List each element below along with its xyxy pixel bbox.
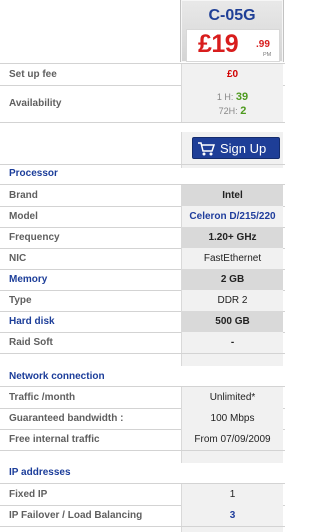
spec-value: 1.20+ GHz xyxy=(181,227,283,248)
spec-row-fixed-ip: Fixed IP 1 xyxy=(0,484,285,505)
availability-72h-count: 2 xyxy=(240,105,247,117)
spacer-cell xyxy=(181,451,283,463)
spec-row-brand: Brand Intel xyxy=(0,185,285,206)
network-section-title: Network connection xyxy=(9,371,105,382)
spec-row-traffic: Traffic /month Unlimited* xyxy=(0,387,285,408)
plan-header: C-05G £19 .99 PM xyxy=(180,0,284,62)
spec-value: Intel xyxy=(181,185,283,206)
spec-value: Unlimited* xyxy=(181,387,283,408)
availability-value: 1 H: 39 72H: 2 xyxy=(181,85,283,122)
spec-label: Traffic /month xyxy=(9,392,76,403)
processor-section-title: Processor xyxy=(9,168,58,179)
spec-label: IP Failover / Load Balancing xyxy=(9,510,143,521)
divider xyxy=(0,164,285,165)
price-box: £19 .99 PM xyxy=(186,29,280,62)
sign-up-button[interactable]: Sign Up xyxy=(192,137,280,159)
availability-label: Availability xyxy=(9,98,62,109)
spec-row-model: Model Celeron D/215/220 xyxy=(0,206,285,227)
setup-fee-row: Set up fee £0 xyxy=(0,64,285,85)
spec-row-memory: Memory 2 GB xyxy=(0,269,285,290)
spec-value: 500 GB xyxy=(181,311,283,332)
spec-row-bandwidth: Guaranteed bandwidth : 100 Mbps xyxy=(0,408,285,429)
spec-label: Type xyxy=(9,295,32,306)
spec-value: - xyxy=(181,332,283,353)
availability-1h: 1 H: 39 xyxy=(216,91,249,103)
spec-label: Fixed IP xyxy=(9,489,48,500)
availability-1h-count: 39 xyxy=(235,91,249,103)
spacer-row xyxy=(0,451,285,463)
spacer-row xyxy=(0,527,285,532)
sign-up-label: Sign Up xyxy=(220,141,267,156)
spec-value: Celeron D/215/220 xyxy=(181,206,283,227)
spec-row-ip-failover: IP Failover / Load Balancing 3 xyxy=(0,505,285,526)
shopping-cart-icon xyxy=(198,142,215,156)
spec-value: FastEthernet xyxy=(181,248,283,269)
ip-section-title: IP addresses xyxy=(9,467,71,478)
spacer-cell xyxy=(181,354,283,366)
spec-value: DDR 2 xyxy=(181,290,283,311)
spec-row-nic: NIC FastEthernet xyxy=(0,248,285,269)
spec-label: Hard disk xyxy=(9,316,55,327)
spec-row-hard-disk: Hard disk 500 GB xyxy=(0,311,285,332)
spec-label: Frequency xyxy=(9,232,60,243)
spec-value: 2 GB xyxy=(181,269,283,290)
price-period: PM xyxy=(263,52,272,58)
divider xyxy=(0,122,285,123)
spec-label: Free internal traffic xyxy=(9,434,100,445)
spec-row-type: Type DDR 2 xyxy=(0,290,285,311)
spec-row-raid-soft: Raid Soft - xyxy=(0,332,285,353)
spec-label: Brand xyxy=(9,190,38,201)
spacer-row xyxy=(0,354,285,366)
price-pence: .99 xyxy=(256,39,270,50)
spec-value: 100 Mbps xyxy=(181,408,283,429)
spec-row-internal-traffic: Free internal traffic From 07/09/2009 xyxy=(0,429,285,450)
price-main: £19 xyxy=(198,30,239,58)
spec-label: NIC xyxy=(9,253,27,264)
spec-value: 1 xyxy=(181,484,283,505)
server-offer-panel: C-05G £19 .99 PM Set up fee £0 Availabil… xyxy=(0,0,285,532)
availability-row: Availability 1 H: 39 72H: 2 xyxy=(0,85,285,122)
plan-name: C-05G xyxy=(208,7,256,24)
signup-cell: Sign Up xyxy=(181,132,283,168)
spacer-cell xyxy=(181,527,283,532)
spec-label: Guaranteed bandwidth : xyxy=(9,413,124,424)
setup-fee-label: Set up fee xyxy=(9,69,57,80)
availability-72h: 72H: 2 xyxy=(218,105,247,117)
spec-label: Memory xyxy=(9,274,48,285)
spec-row-frequency: Frequency 1.20+ GHz xyxy=(0,227,285,248)
setup-fee-value: £0 xyxy=(181,64,283,85)
spec-value: From 07/09/2009 xyxy=(181,429,283,450)
spec-value: 3 xyxy=(181,505,283,526)
spec-label: Model xyxy=(9,211,38,222)
spec-label: Raid Soft xyxy=(9,337,53,348)
